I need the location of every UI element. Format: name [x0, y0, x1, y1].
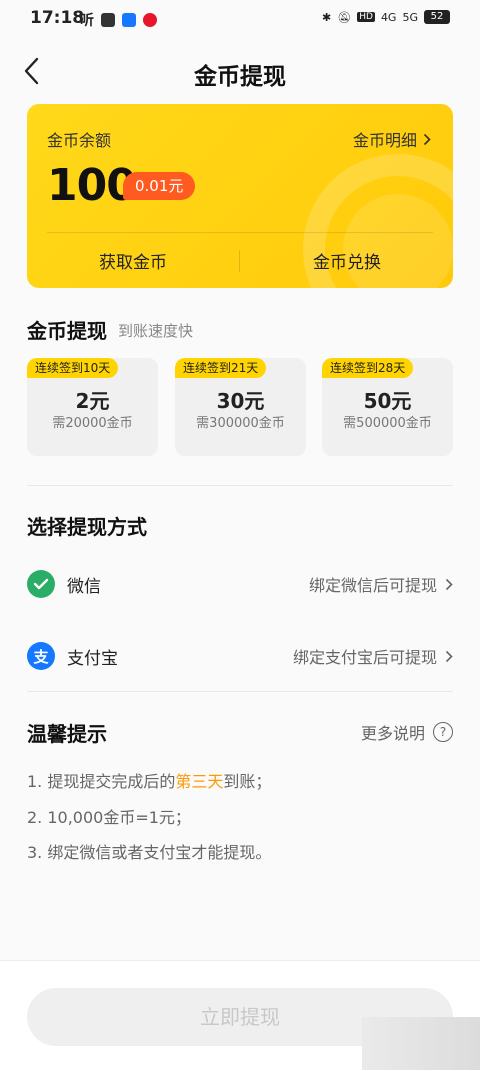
pointer-app-icon [122, 13, 136, 27]
more-info-link[interactable]: 更多说明 ? [361, 720, 453, 744]
option-amount: 30元 [216, 389, 265, 413]
tip-line-1-prefix: 1. 提现提交完成后的 [27, 772, 176, 791]
status-bar: 17:18 听 ✱ 🔕︎ HD 4G 5G 52 [0, 0, 480, 38]
withdraw-option-30[interactable]: 连续签到21天 30元 需300000金币 [175, 358, 306, 456]
chevron-right-icon [445, 578, 453, 590]
coin-balance-card: 金币余额 金币明细 100 0.01元 获取金币 金币兑换 [27, 104, 453, 288]
alipay-hint-text: 绑定支付宝后可提现 [292, 648, 437, 667]
balance-label: 金币余额 [47, 131, 112, 150]
wechat-method-left: 微信 [27, 570, 101, 598]
wechat-method-row[interactable]: 微信 绑定微信后可提现 [27, 566, 453, 602]
tip-line-1-suffix: 到账； [223, 772, 272, 791]
option-requirement: 需20000金币 [52, 416, 133, 431]
option-requirement: 需500000金币 [343, 416, 432, 431]
option-badge: 连续签到28天 [322, 358, 414, 378]
cash-value-badge: 0.01元 [123, 172, 196, 200]
status-right-icons: ✱ 🔕︎ HD 4G 5G 52 [322, 10, 450, 24]
option-amount: 2元 [75, 389, 110, 413]
alipay-method-row[interactable]: 支 支付宝 绑定支付宝后可提现 [27, 638, 453, 674]
chevron-right-icon [423, 133, 431, 145]
mute-icon: 🔕︎ [337, 10, 352, 24]
wechat-bind-hint: 绑定微信后可提现 [309, 572, 453, 596]
hd-icon: HD [357, 12, 375, 22]
corner-overlay [362, 1017, 480, 1070]
battery-icon: 52 [424, 10, 450, 24]
bluetooth-icon: ✱ [322, 10, 332, 24]
help-icon: ? [433, 722, 453, 742]
option-badge: 连续签到21天 [175, 358, 267, 378]
coin-detail-label: 金币明细 [352, 131, 417, 150]
tip-line-3: 3. 绑定微信或者支付宝才能提现。 [27, 843, 272, 862]
weibo-icon [143, 13, 157, 27]
mail-icon [101, 13, 115, 27]
more-info-label: 更多说明 [360, 724, 425, 743]
listen-app-icon: 听 [80, 13, 94, 29]
tip-line-2: 2. 10,000金币=1元； [27, 808, 191, 827]
withdraw-option-2[interactable]: 连续签到10天 2元 需20000金币 [27, 358, 158, 456]
page-title: 金币提现 [194, 64, 286, 90]
withdraw-section-title: 金币提现 [27, 319, 107, 343]
alipay-method-left: 支 支付宝 [27, 642, 118, 670]
card-divider [47, 232, 433, 233]
tip-line-1: 1. 提现提交完成后的第三天到账； [27, 768, 271, 792]
status-left-icons: 听 [80, 10, 157, 30]
signal-4g-icon: 4G [380, 10, 397, 24]
option-badge: 连续签到10天 [27, 358, 119, 378]
wechat-label: 微信 [67, 576, 101, 597]
alipay-icon: 支 [27, 642, 55, 670]
tip-highlight: 第三天 [175, 772, 224, 791]
status-time: 17:18 [30, 8, 85, 28]
option-requirement: 需300000金币 [196, 416, 285, 431]
coin-detail-link[interactable]: 金币明细 [353, 127, 431, 151]
withdraw-section-subtitle: 到账速度快 [118, 322, 194, 340]
card-button-separator [239, 250, 240, 272]
alipay-bind-hint: 绑定支付宝后可提现 [293, 644, 453, 668]
chevron-right-icon [445, 650, 453, 662]
wechat-icon [27, 570, 55, 598]
get-coins-button[interactable]: 获取金币 [27, 248, 239, 273]
signal-5g-icon: 5G [402, 10, 418, 24]
option-amount: 50元 [363, 389, 412, 413]
exchange-coins-button[interactable]: 金币兑换 [241, 248, 453, 273]
section-divider [27, 485, 453, 486]
withdraw-option-50[interactable]: 连续签到28天 50元 需500000金币 [322, 358, 453, 456]
tips-title: 温馨提示 [27, 722, 107, 746]
section-divider [27, 691, 453, 692]
method-section-title: 选择提现方式 [27, 515, 147, 539]
alipay-label: 支付宝 [67, 648, 118, 669]
wechat-hint-text: 绑定微信后可提现 [308, 576, 437, 595]
